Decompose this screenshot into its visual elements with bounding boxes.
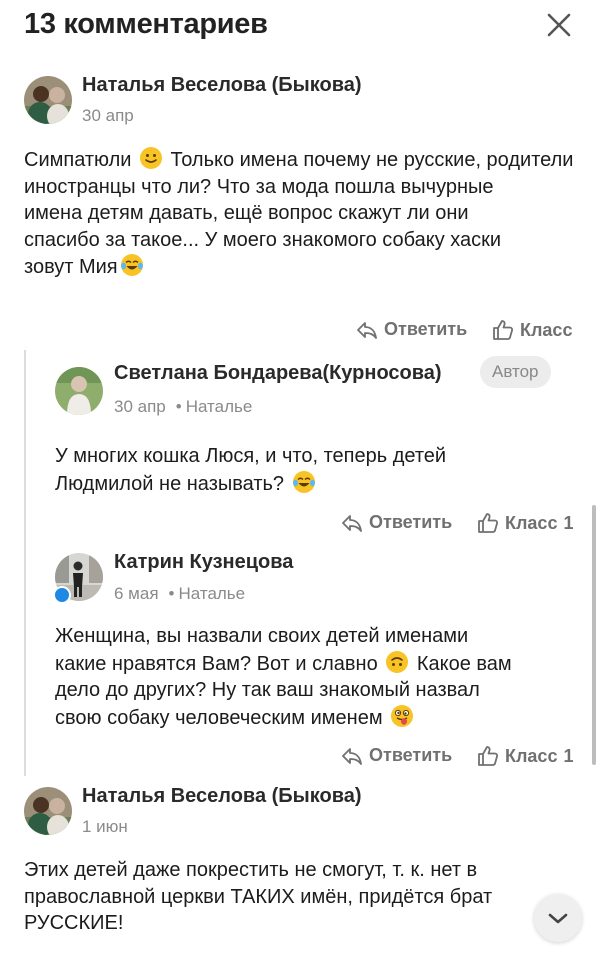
reply-icon bbox=[357, 321, 377, 339]
bottom-fade bbox=[0, 938, 600, 959]
comment-text: Этих детей даже покрестить не смогут, т.… bbox=[24, 857, 584, 937]
user-photo-icon bbox=[24, 787, 72, 835]
chevron-down-icon bbox=[548, 913, 568, 924]
reply-label: Ответить bbox=[384, 319, 468, 339]
comment-text-part: Только имена почему не русские, родители bbox=[165, 149, 574, 171]
comment-date: 30 апр bbox=[82, 106, 134, 126]
like-button[interactable]: Класс bbox=[492, 319, 572, 341]
reply-label: Ответить bbox=[369, 512, 453, 532]
face-with-tears-of-joy-icon bbox=[120, 254, 143, 276]
user-photo-icon bbox=[24, 76, 72, 124]
reply-label: Ответить bbox=[369, 745, 453, 765]
user-photo-icon bbox=[55, 367, 103, 415]
comment-text: Симпатюли Только имена почему не русские… bbox=[24, 146, 584, 281]
reply-to-link[interactable]: Наталье bbox=[178, 584, 245, 603]
comment-text: Женщина, вы назвали своих детей именами … bbox=[55, 623, 585, 731]
avatar[interactable] bbox=[55, 367, 103, 415]
reply-icon bbox=[342, 747, 362, 765]
thread-line bbox=[24, 350, 26, 776]
reply-icon bbox=[342, 514, 362, 532]
reply-button[interactable]: Ответить bbox=[341, 512, 452, 533]
face-with-tears-of-joy-icon bbox=[292, 470, 315, 493]
comment-text: У многих кошка Люся, и что, теперь детей… bbox=[55, 443, 585, 497]
upside-down-face-icon bbox=[386, 650, 409, 673]
thumbs-up-icon bbox=[478, 513, 499, 533]
scroll-down-button[interactable] bbox=[534, 894, 582, 942]
like-count: 1 bbox=[563, 745, 574, 766]
comment-date: 1 июн bbox=[82, 817, 128, 837]
slightly-smiling-face-icon bbox=[140, 147, 162, 169]
comment-author[interactable]: Светлана Бондарева(Курносова) bbox=[114, 362, 442, 385]
scrollbar[interactable] bbox=[592, 505, 596, 765]
comment-text-part: Симпатюли bbox=[24, 149, 137, 171]
reply-button[interactable]: Ответить bbox=[356, 319, 467, 340]
comment-author[interactable]: Наталья Веселова (Быкова) bbox=[82, 785, 362, 808]
comment-meta: 30 апр • Наталье bbox=[114, 397, 252, 417]
comment-actions: Ответить Класс 1 bbox=[0, 745, 600, 773]
reply-button[interactable]: Ответить bbox=[341, 745, 452, 766]
like-button[interactable]: Класс 1 bbox=[477, 745, 573, 767]
comment-text-line: У многих кошка Люся, и что, теперь детей bbox=[55, 445, 447, 467]
comment-text-line: иностранцы что ли? Что за мода пошла выч… bbox=[24, 175, 494, 198]
comment-date-text: 30 апр bbox=[114, 397, 166, 416]
comment-author[interactable]: Наталья Веселова (Быкова) bbox=[82, 74, 362, 97]
avatar[interactable] bbox=[24, 787, 72, 835]
comment-meta: 6 мая • Наталье bbox=[114, 584, 245, 604]
comment-text-line: Женщина, вы назвали своих детей именами bbox=[55, 625, 469, 647]
thumbs-up-icon bbox=[478, 746, 499, 766]
comment-date-text: 1 июн bbox=[82, 817, 128, 836]
avatar[interactable] bbox=[24, 76, 72, 124]
comment-text-line: РУССКИЕ! bbox=[24, 912, 124, 934]
like-button[interactable]: Класс 1 bbox=[477, 512, 573, 534]
comment-actions: Ответить Класс bbox=[0, 319, 600, 347]
comment-text-line: православной церкви ТАКИХ имён, придётся… bbox=[24, 885, 493, 908]
online-indicator bbox=[53, 586, 71, 604]
comment-text-part: свою собаку человеческим именем bbox=[55, 706, 389, 729]
comment-author[interactable]: Катрин Кузнецова bbox=[114, 551, 293, 574]
like-count: 1 bbox=[563, 512, 574, 533]
winking-face-with-tongue-icon bbox=[391, 704, 414, 727]
comment-text-part: Людмилой не называть? bbox=[55, 472, 290, 495]
comment-text-part: Какое вам bbox=[411, 652, 512, 675]
comment-actions: Ответить Класс 1 bbox=[0, 512, 600, 540]
reply-to-link[interactable]: Наталье bbox=[186, 397, 253, 416]
like-label: Класс bbox=[505, 512, 558, 533]
comment-text-line: дело до других? Ну так ваш знакомый назв… bbox=[55, 679, 480, 701]
comment-text-line: Этих детей даже покрестить не смогут, т.… bbox=[24, 859, 478, 881]
comment: Наталья Веселова (Быкова) 30 апр Симпатю… bbox=[0, 0, 600, 350]
comment-date-text: 30 апр bbox=[82, 106, 134, 125]
separator-dot: • bbox=[168, 584, 175, 603]
like-label: Класс bbox=[520, 319, 573, 340]
author-badge: Автор bbox=[480, 356, 551, 388]
separator-dot: • bbox=[175, 397, 182, 416]
comment-text-part: зовут Мия bbox=[24, 256, 118, 278]
thumbs-up-icon bbox=[493, 320, 514, 340]
comment-text-line: спасибо за такое... У моего знакомого со… bbox=[24, 228, 502, 251]
comment-text-part: какие нравятся Вам? Вот и славно bbox=[55, 652, 384, 675]
comment-date-text: 6 мая bbox=[114, 584, 159, 603]
comment-text-line: имена детям давать, ещё вопрос скажут ли… bbox=[24, 202, 469, 224]
like-label: Класс bbox=[505, 745, 558, 766]
